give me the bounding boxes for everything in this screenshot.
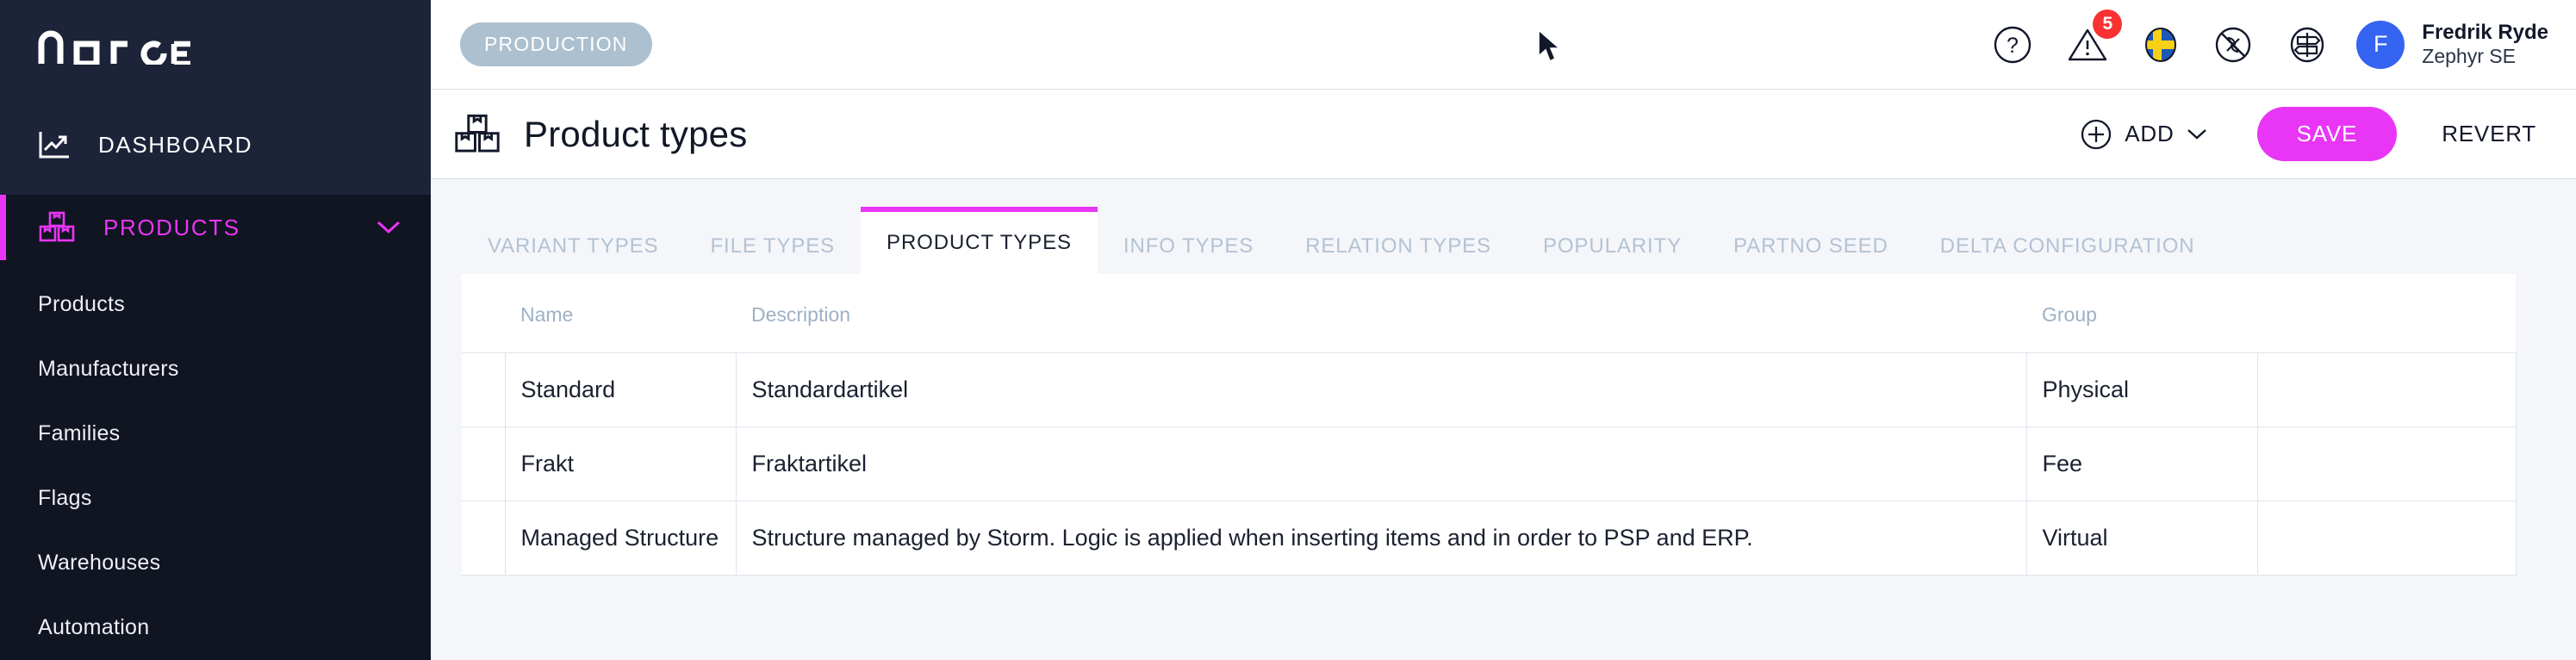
user-text-block: Fredrik Ryde Zephyr SE [2422,21,2548,68]
sidebar-item-products[interactable]: PRODUCTS [0,195,431,260]
row-handle-cell[interactable] [462,501,506,576]
tab-label: RELATION TYPES [1305,234,1491,258]
sidebar-item-automation[interactable]: Automation [0,595,431,660]
user-org: Zephyr SE [2422,44,2516,67]
tab-bar: VARIANT TYPES FILE TYPES PRODUCT TYPES I… [462,200,2576,274]
chevron-down-icon [2187,129,2206,140]
cell-end[interactable] [2256,352,2517,427]
no-edit-icon[interactable] [2213,25,2253,65]
column-header-end [2257,274,2516,353]
cell-description[interactable]: Fraktartikel [735,427,2027,501]
signpost-icon[interactable] [2287,25,2327,65]
table-row[interactable]: Standard Standardartikel Physical [462,352,2517,427]
svg-text:?: ? [2007,34,2019,58]
sidebar-subnav: Products Manufacturers Families Flags Wa… [0,260,431,660]
tab-file-types[interactable]: FILE TYPES [684,219,861,274]
sidebar-top-section: DASHBOARD [0,0,431,195]
sidebar: DASHBOARD PRODUCTS Products Manufacturer… [0,0,431,660]
tab-label: PARTNO SEED [1733,234,1888,258]
user-menu[interactable]: F Fredrik Ryde Zephyr SE [2356,20,2548,69]
table-row[interactable]: Managed Structure Structure managed by S… [462,501,2517,576]
tab-info-types[interactable]: INFO TYPES [1098,219,1279,274]
tab-product-types[interactable]: PRODUCT TYPES [861,207,1098,274]
boxes-icon [39,211,75,242]
content-area: VARIANT TYPES FILE TYPES PRODUCT TYPES I… [431,179,2576,660]
brand-logo[interactable] [0,0,431,95]
tab-label: INFO TYPES [1123,234,1254,258]
sidebar-subitem-label: Flags [38,486,92,510]
sidebar-item-products-label: PRODUCTS [103,214,240,240]
sidebar-subitem-label: Automation [38,615,150,639]
column-header-name[interactable]: Name [505,274,736,353]
column-header-group[interactable]: Group [2026,274,2257,353]
flag-sweden-icon[interactable] [2143,25,2179,65]
warning-icon[interactable]: 5 [2067,9,2123,65]
topbar-icons: ? 5 [1993,9,2327,65]
cell-group[interactable]: Virtual [2025,501,2258,576]
cell-description[interactable]: Structure managed by Storm. Logic is app… [735,501,2027,576]
revert-button[interactable]: REVERT [2442,121,2536,147]
help-icon[interactable]: ? [1993,25,2032,65]
table-body: Standard Standardartikel Physical Frakt … [462,352,2517,576]
environment-badge[interactable]: PRODUCTION [460,22,652,66]
column-header-handle [462,274,505,353]
sidebar-subitem-label: Products [38,292,126,316]
cell-end[interactable] [2256,501,2517,576]
sidebar-subitem-label: Manufacturers [38,357,179,381]
tab-label: POPULARITY [1542,234,1682,258]
cell-end[interactable] [2256,427,2517,501]
user-name: Fredrik Ryde [2422,20,2548,44]
page-title: Product types [524,113,748,154]
tab-label: DELTA CONFIGURATION [1939,234,2195,258]
add-button-label: ADD [2125,121,2175,146]
product-types-table: Name Description Group Standard Standard… [462,274,2517,576]
table-head: Name Description Group [462,274,2516,353]
row-handle-cell[interactable] [462,352,506,427]
tab-label: VARIANT TYPES [488,234,659,258]
sidebar-item-dashboard[interactable]: DASHBOARD [0,95,431,195]
sidebar-item-flags[interactable]: Flags [0,466,431,531]
tab-variant-types[interactable]: VARIANT TYPES [462,219,684,274]
product-types-table-wrap: Name Description Group Standard Standard… [462,274,2517,576]
cell-group[interactable]: Fee [2025,427,2258,501]
tab-label: FILE TYPES [710,234,836,258]
sidebar-item-warehouses[interactable]: Warehouses [0,531,431,595]
mouse-cursor [1538,28,1562,63]
main-area: PRODUCTION ? 5 F Fredrik Ryde Zephyr SE … [431,0,2576,660]
cell-name[interactable]: Frakt [504,427,737,501]
avatar: F [2356,20,2405,69]
sidebar-item-manufacturers[interactable]: Manufacturers [0,337,431,402]
page-header-icon-wrap [453,112,501,157]
plus-circle-icon [2081,119,2112,149]
tab-popularity[interactable]: POPULARITY [1517,219,1708,274]
sidebar-item-products-sub[interactable]: Products [0,272,431,337]
tab-partno-seed[interactable]: PARTNO SEED [1708,219,1914,274]
table-header-row: Name Description Group [462,274,2516,353]
chevron-down-icon[interactable] [376,220,401,235]
warning-badge-count: 5 [2093,9,2123,39]
sidebar-item-dashboard-label: DASHBOARD [98,131,253,158]
row-handle-cell[interactable] [462,427,506,501]
sidebar-subitem-label: Families [38,421,121,445]
add-button[interactable]: ADD [2080,118,2206,151]
column-header-description[interactable]: Description [736,274,2026,353]
save-button[interactable]: SAVE [2256,107,2398,161]
app-root: DASHBOARD PRODUCTS Products Manufacturer… [0,0,2576,660]
chart-line-icon [39,132,69,159]
table-row[interactable]: Frakt Fraktartikel Fee [462,427,2517,501]
norce-logo-icon [38,30,190,65]
tab-delta-configuration[interactable]: DELTA CONFIGURATION [1914,219,2221,274]
sidebar-subitem-label: Warehouses [38,551,161,575]
cell-name[interactable]: Managed Structure [504,501,737,576]
sidebar-item-families[interactable]: Families [0,402,431,466]
boxes-icon [455,114,500,153]
tab-relation-types[interactable]: RELATION TYPES [1279,219,1517,274]
topbar: PRODUCTION ? 5 F Fredrik Ryde Zephyr SE [431,0,2576,90]
cell-description[interactable]: Standardartikel [735,352,2027,427]
tab-label: PRODUCT TYPES [887,231,1072,254]
page-header: Product types ADD SAVE REVERT [431,90,2576,179]
cell-name[interactable]: Standard [504,352,737,427]
cell-group[interactable]: Physical [2025,352,2258,427]
